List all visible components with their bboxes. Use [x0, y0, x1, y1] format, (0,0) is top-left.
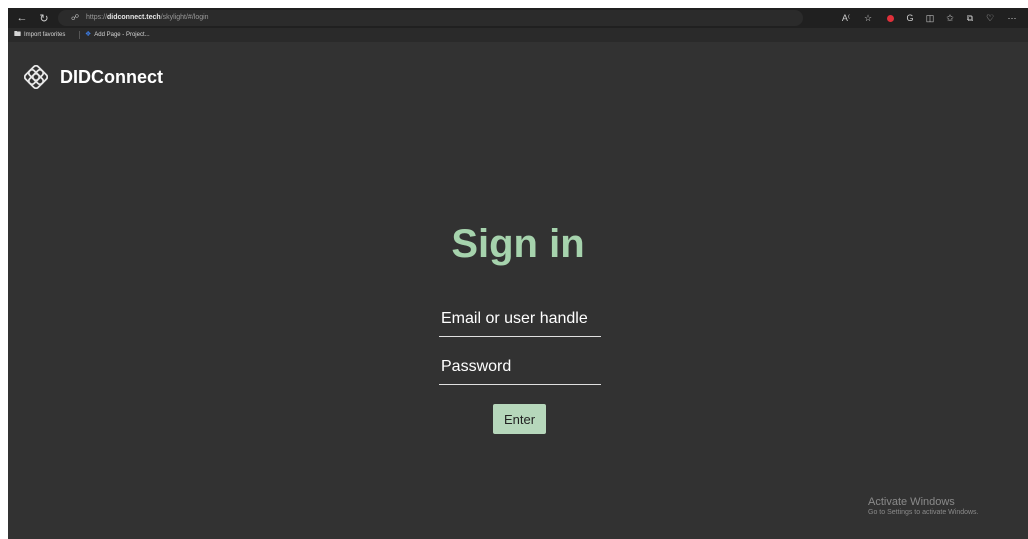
browser-window: ← ↻ ☍ https://didconnect.tech/skylight/#…	[8, 8, 1028, 539]
watermark-subtitle: Go to Settings to activate Windows.	[868, 509, 979, 516]
bookmark-divider	[79, 31, 80, 39]
collections-icon[interactable]: ⧉	[962, 10, 978, 26]
folder-icon: 🖿	[14, 31, 21, 38]
enter-button[interactable]: Enter	[493, 404, 546, 434]
email-field	[439, 304, 603, 337]
app-page: DIDConnect Sign in Enter Activate Window…	[8, 42, 1028, 539]
bookmark-label: Add Page - Project...	[94, 32, 150, 38]
split-screen-icon[interactable]: ◫	[922, 10, 938, 26]
url-host: didconnect.tech	[107, 14, 161, 21]
lock-icon: ☍	[71, 13, 80, 22]
bookmark-add-page[interactable]: ❖ Add Page - Project...	[85, 28, 150, 42]
more-menu-icon[interactable]: ⋯	[1004, 10, 1020, 26]
back-icon[interactable]: ←	[14, 10, 30, 26]
address-bar[interactable]: ☍ https://didconnect.tech/skylight/#/log…	[58, 10, 803, 26]
favorite-star-icon[interactable]: ☆	[860, 10, 876, 26]
activate-windows-watermark: Activate Windows Go to Settings to activ…	[868, 496, 979, 516]
email-input[interactable]	[439, 304, 603, 334]
watermark-title: Activate Windows	[868, 496, 955, 508]
bookmark-import-favorites[interactable]: 🖿 Import favorites	[14, 28, 65, 42]
url-path: /skylight/#/login	[160, 14, 209, 21]
brand[interactable]: DIDConnect	[24, 62, 163, 92]
url-text: https://didconnect.tech/skylight/#/login	[86, 10, 209, 26]
bookmark-label: Import favorites	[24, 32, 66, 38]
extension-red-icon[interactable]	[882, 10, 898, 26]
refresh-icon[interactable]: ↻	[36, 10, 52, 26]
url-scheme: https://	[86, 14, 108, 21]
password-field	[439, 352, 603, 385]
browser-toolbar: ← ↻ ☍ https://didconnect.tech/skylight/#…	[8, 8, 1028, 28]
bookmarks-bar: 🖿 Import favorites ❖ Add Page - Project...	[8, 28, 1028, 42]
page-title: Sign in	[451, 222, 585, 266]
favorites-icon[interactable]: ✩	[942, 10, 958, 26]
read-aloud-icon[interactable]: A⁽	[838, 10, 854, 26]
browser-essentials-icon[interactable]: ♡	[982, 10, 998, 26]
brand-name: DIDConnect	[60, 66, 163, 87]
didconnect-logo-icon	[24, 65, 48, 89]
project-icon: ❖	[85, 31, 92, 38]
extension-g-icon[interactable]: G	[902, 10, 918, 26]
password-input[interactable]	[439, 352, 603, 382]
